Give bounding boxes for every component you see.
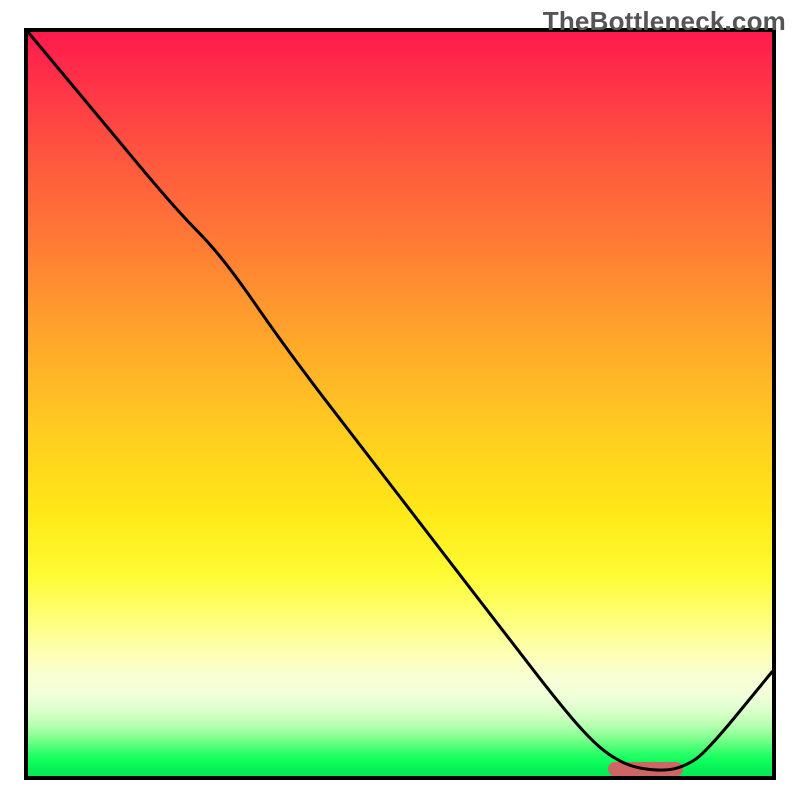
bottleneck-curve: [28, 32, 772, 770]
watermark-text: TheBottleneck.com: [543, 6, 786, 37]
curve-layer: [28, 32, 772, 776]
plot-area: [24, 28, 776, 780]
chart-container: TheBottleneck.com: [0, 0, 800, 800]
